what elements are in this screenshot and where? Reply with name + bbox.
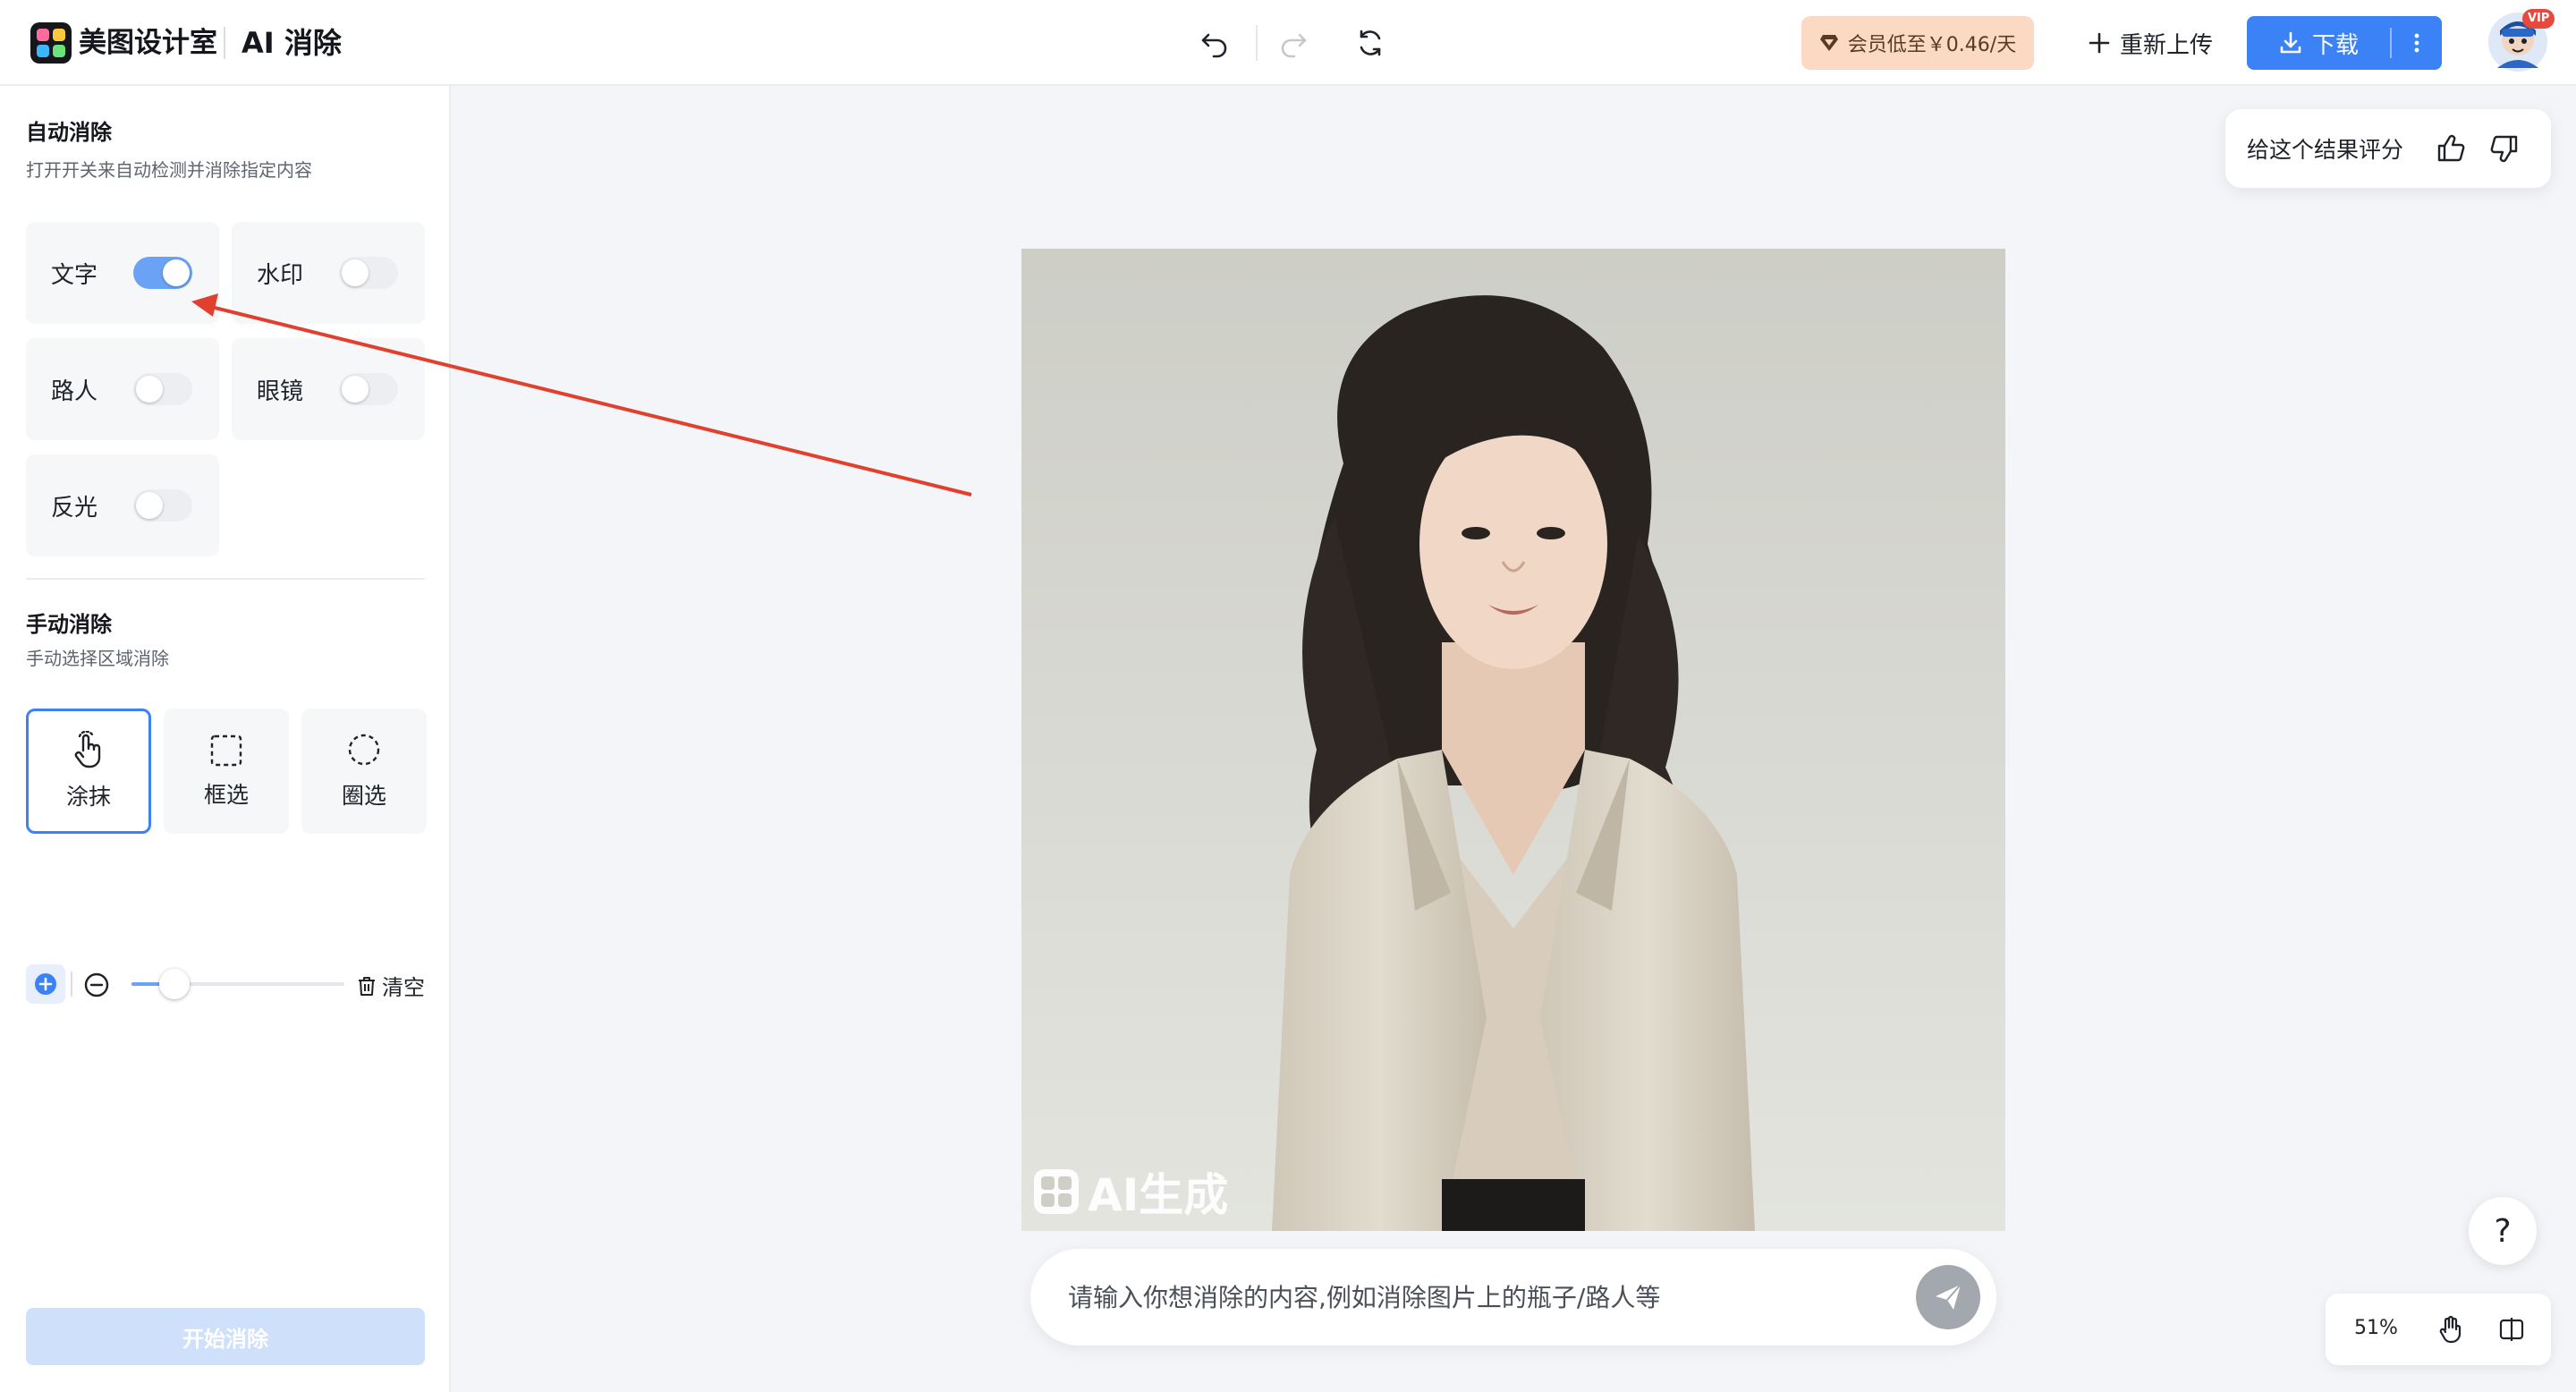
meitu-logo-icon [30,22,72,64]
tool-smear[interactable]: 涂抹 [26,709,151,834]
history-divider [1256,25,1258,61]
option-label: 眼镜 [257,378,304,405]
undo-button[interactable] [1193,21,1236,64]
clear-label: 清空 [382,975,425,1000]
prompt-bar [1030,1249,1996,1345]
paper-plane-icon [1936,1284,1962,1310]
thumbs-down-button[interactable] [2485,129,2524,168]
auto-option-watermark: 水印 [232,222,425,324]
compare-icon [2499,1318,2524,1341]
vip-offer-label: 会员低至￥0.46/天 [1847,34,2017,56]
brush-size-row: 清空 [26,964,425,1004]
option-label: 文字 [51,261,98,289]
reupload-button[interactable]: 重新上传 [2088,21,2213,64]
ai-generated-watermark: AI生成 [1032,1159,1228,1224]
tool-label: 涂抹 [65,784,111,810]
zoom-controls: 51% [2326,1294,2551,1365]
download-label: 下载 [2311,31,2359,59]
brand-separator [224,27,225,59]
zoom-level[interactable]: 51% [2354,1317,2398,1339]
add-circle-icon [35,973,56,995]
hand-pointer-icon [74,731,101,768]
tool-title: AI 消除 [242,26,342,60]
download-more-button[interactable] [2392,16,2442,70]
rating-card: 给这个结果评分 [2225,109,2551,188]
toggle-knob [342,376,369,403]
download-icon [2280,31,2301,54]
tool-label: 圈选 [341,783,386,809]
meitu-watermark-icon [1034,1169,1079,1214]
brush-mode-add-button[interactable] [26,964,65,1004]
reset-button[interactable] [1349,21,1392,64]
brush-size-thumb[interactable] [158,969,190,999]
plus-icon [2089,32,2110,54]
toggle-knob [163,259,190,286]
start-remove-button[interactable]: 开始消除 [26,1308,425,1365]
brand-name[interactable]: 美图设计室 [79,25,217,61]
auto-remove-title: 自动消除 [26,120,112,145]
text-toggle[interactable] [133,257,192,289]
download-button[interactable]: 下载 [2247,16,2390,70]
auto-option-text: 文字 [26,222,219,324]
lasso-select-icon [348,734,380,766]
left-sidebar: 自动消除 打开开关来自动检测并消除指定内容 文字 水印 路人 眼镜 反光 手动消… [0,86,451,1392]
pan-tool-button[interactable] [2433,1311,2469,1347]
send-button[interactable] [1916,1265,1980,1329]
tool-label: 框选 [203,782,249,808]
redo-icon [1281,33,1307,58]
watermark-toggle[interactable] [339,257,398,289]
reupload-label: 重新上传 [2120,31,2214,59]
undo-icon [1201,33,1227,58]
diamond-icon [1819,35,1838,51]
auto-option-passerby: 路人 [26,338,219,440]
top-bar: 美图设计室 AI 消除 会员低至￥0.46/天 重新上传 下载 VIP [0,0,2576,86]
brush-separator [71,972,72,997]
thumbs-up-icon [2437,134,2465,162]
vip-badge: VIP [2522,9,2555,29]
toggle-knob [136,492,163,519]
auto-remove-subtitle: 打开开关来自动检测并消除指定内容 [26,159,312,181]
redo-button[interactable] [1272,21,1315,64]
tool-lasso-select[interactable]: 圈选 [301,709,427,834]
thumbs-up-button[interactable] [2431,129,2470,168]
manual-remove-subtitle: 手动选择区域消除 [26,648,169,669]
more-vertical-icon [2414,33,2419,53]
toggle-knob [342,259,369,286]
auto-option-glasses: 眼镜 [232,338,425,440]
option-label: 路人 [51,378,98,405]
download-button-group: 下载 [2247,16,2442,70]
glasses-toggle[interactable] [339,373,398,405]
help-button[interactable]: ? [2469,1197,2537,1265]
watermark-text: AI生成 [1088,1169,1229,1221]
option-label: 反光 [51,494,98,522]
brush-mode-erase-button[interactable] [81,970,112,1000]
option-label: 水印 [257,261,304,289]
compare-button[interactable] [2494,1311,2529,1347]
toggle-knob [136,376,163,403]
auto-option-reflection: 反光 [26,454,219,556]
rectangle-select-icon [210,734,242,767]
thumbs-down-icon [2490,135,2518,163]
hand-icon [2439,1315,2462,1344]
minus-circle-icon [84,972,109,997]
clear-button[interactable]: 清空 [357,970,425,1001]
vip-offer-button[interactable]: 会员低至￥0.46/天 [1801,16,2034,70]
passerby-toggle[interactable] [133,373,192,405]
portrait-image [1021,249,2005,1231]
refresh-icon [1360,30,1381,56]
manual-remove-title: 手动消除 [26,612,112,637]
remove-prompt-input[interactable] [1068,1270,1873,1324]
edited-image[interactable]: AI生成 [1021,249,2005,1231]
tool-box-select[interactable]: 框选 [164,709,289,834]
rating-prompt: 给这个结果评分 [2247,137,2404,163]
trash-icon [359,976,375,996]
reflection-toggle[interactable] [133,489,192,522]
section-divider [26,578,425,580]
